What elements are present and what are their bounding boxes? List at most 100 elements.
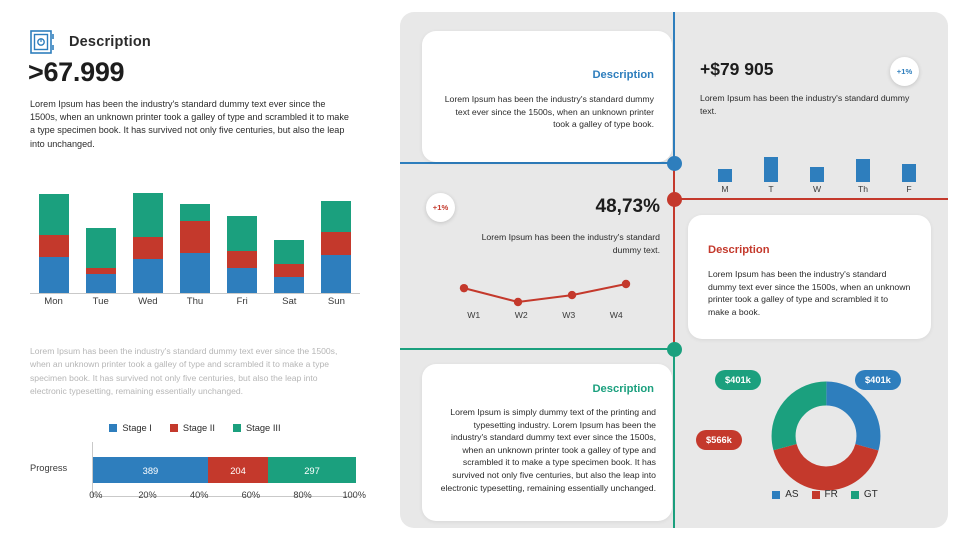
secondary-paragraph: Lorem Ipsum has been the industry's stan… (30, 346, 338, 396)
progress-chart: Progress 389 204 297 0% 20% 40% 60% 80% 100% (30, 442, 366, 500)
mini-bar-label: T (768, 184, 774, 194)
card-middle-right-body: Lorem Ipsum has been the industry's stan… (708, 269, 911, 317)
bar-segment (179, 221, 210, 253)
axis-tick-label: 20% (138, 490, 157, 500)
bar-segment (274, 277, 305, 294)
donut-legend-item[interactable]: FR (811, 489, 838, 500)
card-middle-right[interactable]: Description Lorem Ipsum has been the ind… (688, 215, 931, 339)
bar-stack (179, 203, 210, 294)
divider-segment-blue (673, 12, 675, 163)
axis-tick-label: 0% (89, 490, 103, 500)
donut-legend-label: GT (863, 489, 878, 500)
node-dot-green (667, 342, 682, 357)
progress-segment[interactable]: 297 (268, 457, 356, 483)
progress-bar: 389 204 297 (93, 457, 356, 483)
bar-segment (85, 228, 116, 269)
donut-legend-item[interactable]: AS (772, 489, 799, 500)
bar-segment (321, 232, 352, 255)
mini-bar-column (840, 152, 886, 182)
trend-point[interactable] (567, 290, 577, 300)
axis-tick-label: 40% (189, 490, 209, 500)
bar-segment (132, 258, 163, 294)
bar-category-label: Tue (92, 296, 109, 307)
mini-bar (764, 156, 778, 182)
progress-segment[interactable]: 204 (207, 457, 269, 483)
x-axis-line (30, 293, 360, 294)
trend-point[interactable] (459, 283, 469, 293)
progress-axis-ticks: 0% 20% 40% 60% 80% 100% (70, 490, 380, 500)
card-top-left[interactable]: Description Lorem Ipsum has been the ind… (422, 31, 672, 162)
line-chart-svg (459, 279, 631, 307)
page-title: Description (69, 34, 151, 50)
trend-label: W1 (467, 310, 481, 320)
mini-bar-labels: M T W Th F (702, 184, 932, 194)
bar-stack (132, 192, 163, 294)
bar-segment (321, 200, 352, 233)
axis-tick-label: 60% (241, 490, 261, 500)
connector-line-blue (400, 162, 674, 164)
bar-segment (274, 240, 305, 264)
vault-icon (30, 30, 54, 54)
node-dot-red (667, 192, 682, 207)
trend-label: W4 (609, 310, 623, 320)
bar-stack (85, 228, 116, 294)
vertical-divider (673, 12, 675, 528)
bar-segment (38, 193, 69, 236)
legend-item[interactable]: Stage II (169, 423, 215, 433)
legend-item[interactable]: Stage I (109, 423, 152, 433)
bar-stack (227, 216, 258, 294)
card-middle-right-title: Description (708, 244, 770, 256)
bar-segment (321, 254, 352, 294)
trend-point[interactable] (513, 297, 523, 307)
donut-legend: AS FR GT (730, 489, 920, 500)
mini-bar-label: F (906, 184, 912, 194)
connector-line-green (400, 348, 674, 350)
trend-point[interactable] (621, 279, 631, 289)
bar-column (266, 240, 313, 294)
weekly-stacked-bar-chart: Mon Tue Wed Thu Fri Sat Sun (30, 186, 360, 312)
bar-segment (132, 237, 163, 259)
legend-swatch-icon (169, 424, 178, 432)
legend-item[interactable]: Stage III (232, 423, 281, 433)
mini-bar (718, 169, 732, 182)
bar-segment (132, 192, 163, 238)
mini-bar (902, 163, 916, 182)
bar-column (219, 216, 266, 294)
lead-paragraph: Lorem Ipsum has been the industry's stan… (30, 99, 349, 149)
bar-column (30, 193, 77, 294)
legend-swatch-icon (232, 424, 241, 432)
bar-segment (38, 235, 69, 257)
bar-column (124, 192, 171, 294)
line-chart-labels: W1 W2 W3 W4 (450, 310, 640, 320)
donut-label-gt: $401k (715, 370, 761, 390)
bar-category-label: Thu (186, 296, 204, 307)
kpi-sub-rate: Lorem Ipsum has been the industry's stan… (481, 232, 660, 255)
mini-bar-label: M (721, 184, 729, 194)
donut-legend-item[interactable]: GT (850, 489, 878, 500)
bar-column (171, 203, 218, 294)
progress-segment[interactable]: 389 (93, 457, 208, 483)
axis-tick-label: 80% (293, 490, 312, 500)
weekday-mini-bar-chart: M T W Th F (702, 152, 932, 198)
badge-delta-rate: +1% (426, 193, 455, 222)
trend-line (463, 283, 627, 304)
mini-bar-column (702, 152, 748, 182)
bar-segment (227, 250, 258, 268)
weekly-trend-line-chart: W1 W2 W3 W4 (450, 270, 640, 326)
mini-bar-label: Th (857, 184, 869, 194)
bar-segment (227, 267, 258, 294)
bar-category-label: Fri (236, 296, 248, 307)
node-dot-blue (667, 156, 682, 171)
kpi-value-revenue: +$79 905 (700, 59, 774, 79)
bar-segment (179, 203, 210, 222)
mini-bar (810, 167, 824, 182)
bar-columns (30, 186, 360, 294)
axis-tick-label: 100% (342, 490, 366, 500)
bar-column (313, 200, 360, 294)
card-bottom-left[interactable]: Description Lorem Ipsum is simply dummy … (422, 364, 672, 521)
stage-legend: Stage I Stage II Stage III (30, 423, 360, 433)
bar-segment (274, 263, 305, 278)
bar-stack (38, 193, 69, 294)
legend-label: Stage I (122, 423, 152, 433)
card-bottom-left-title: Description (592, 383, 654, 395)
